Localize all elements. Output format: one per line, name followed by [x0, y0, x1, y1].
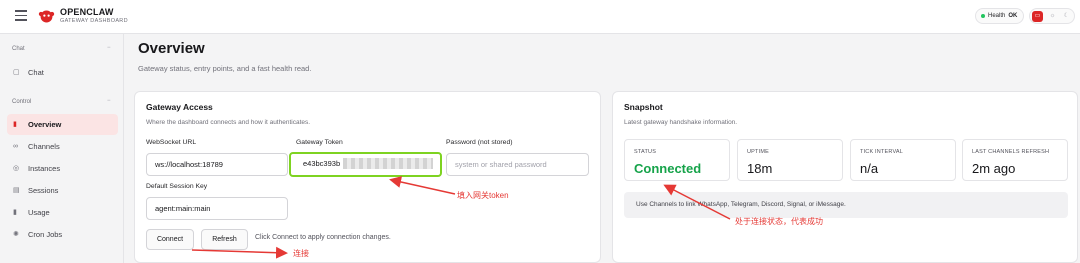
annotation-token: 填入网关token: [457, 191, 509, 200]
token-arrow: [389, 176, 456, 195]
annotation-status: 处于连接状态，代表成功: [735, 217, 823, 226]
status-arrow: [663, 184, 731, 220]
annotation-connect: 连接: [293, 249, 309, 258]
annotation-arrows: [191, 176, 731, 259]
connect-arrow: [191, 246, 288, 259]
